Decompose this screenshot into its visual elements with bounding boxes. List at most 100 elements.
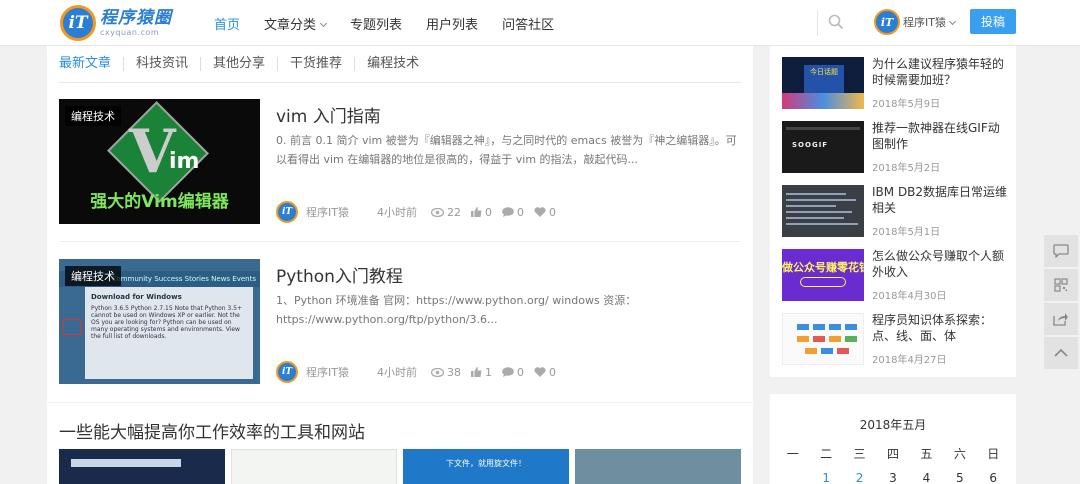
article-list-panel: 最新文章 科技资讯 其他分享 干货推荐 编程技术 V im 强大的Vim编辑器 … [47, 46, 753, 402]
article-title[interactable]: Python入门教程 [276, 262, 403, 287]
category-badge[interactable]: 编程技术 [65, 106, 121, 126]
nav-categories[interactable]: 文章分类 [264, 14, 326, 33]
thumbs-up-icon [470, 367, 482, 377]
article-title[interactable]: vim 入门指南 [276, 102, 381, 127]
sidebar-item-title[interactable]: 推荐一款神器在线GIF动图制作 [872, 120, 1008, 152]
comment-icon [502, 367, 514, 377]
calendar-day: 3 [889, 471, 897, 484]
sidebar-item[interactable]: 做公众号赚零花钱 怎么做公众号赚取个人额外收入 2018年4月30日 [782, 249, 1010, 305]
calendar-day [776, 471, 809, 484]
sidebar-item-title[interactable]: 怎么做公众号赚取个人额外收入 [872, 248, 1008, 280]
calendar-day: 4 [922, 471, 931, 484]
nav-topics[interactable]: 专题列表 [350, 14, 402, 33]
weekday-label: 一 [786, 447, 799, 461]
sidebar-item[interactable]: IBM DB2数据库日常运维相关 2018年5月1日 [782, 185, 1010, 241]
logo-domain: cxyquan.com [100, 27, 160, 37]
topic-tile[interactable] [59, 449, 225, 484]
list-item: V im 强大的Vim编辑器 编程技术 vim 入门指南 0. 前言 0.1 简… [59, 99, 741, 242]
back-to-top-button[interactable] [1044, 337, 1078, 369]
post-time: 4小时前 [376, 366, 417, 379]
chevron-up-icon [1054, 348, 1068, 357]
nav-users[interactable]: 用户列表 [426, 14, 478, 33]
tab-other[interactable]: 其他分享 [213, 57, 279, 71]
comment-icon [1053, 244, 1069, 258]
sidebar-item-date: 2018年4月30日 [872, 291, 947, 302]
share-icon [1053, 313, 1068, 326]
sidebar-thumbnail[interactable] [782, 313, 864, 365]
sidebar-item-date: 2018年4月27日 [872, 355, 947, 366]
thumbnail-body: Python 3.6.5 Python 2.7.15 Note that Pyt… [91, 305, 243, 340]
favorite-count: 0 [548, 365, 556, 379]
float-comment-button[interactable] [1044, 235, 1078, 267]
article-thumbnail[interactable]: Community Success Stories News Events Do… [59, 259, 260, 384]
vim-logo-suffix: im [169, 149, 200, 174]
category-tabs: 最新文章 科技资讯 其他分享 干货推荐 编程技术 [59, 46, 741, 83]
calendar-day-link[interactable]: 1 [809, 471, 842, 484]
like-count: 1 [484, 365, 492, 379]
heart-icon [534, 367, 546, 377]
author-avatar[interactable]: iT [276, 361, 298, 383]
article-meta: iT 程序IT猿 4小时前 38 1 0 0 [276, 361, 566, 383]
topic-tile[interactable] [231, 449, 397, 484]
post-time: 4小时前 [376, 206, 417, 219]
article-excerpt: 1、Python 环境准备 官网：https://www.python.org/… [276, 294, 637, 326]
tab-tech-news[interactable]: 科技资讯 [136, 57, 202, 71]
tile-caption: 下文件，就用旋文件！ [446, 459, 526, 468]
eye-icon [430, 367, 444, 377]
sidebar-item-title[interactable]: 为什么建议程序猿年轻的时候需要加班？ [872, 56, 1008, 88]
sidebar-item[interactable]: SOOGIF 推荐一款神器在线GIF动图制作 2018年5月2日 [782, 121, 1010, 177]
sidebar-item-date: 2018年5月1日 [872, 227, 941, 238]
nav-home[interactable]: 首页 [214, 14, 240, 33]
weekday-label: 六 [953, 447, 966, 461]
calendar-week-row: 1 2 3 4 5 6 [776, 471, 1010, 484]
author-avatar[interactable]: iT [276, 201, 298, 223]
article-thumbnail[interactable]: V im 强大的Vim编辑器 编程技术 [59, 99, 260, 224]
heart-icon [534, 207, 546, 217]
sidebar-item[interactable]: 今日话题 为什么建议程序猿年轻的时候需要加班？ 2018年5月9日 [782, 57, 1010, 113]
topic-tile[interactable]: 下文件，就用旋文件！ [403, 449, 569, 484]
float-share-button[interactable] [1044, 303, 1078, 335]
sidebar-item-title[interactable]: IBM DB2数据库日常运维相关 [872, 184, 1008, 216]
weekday-label: 二 [820, 447, 833, 461]
topic-tile[interactable] [575, 449, 741, 484]
calendar-day-link[interactable]: 2 [843, 471, 876, 484]
sidebar-thumbnail[interactable] [782, 185, 864, 237]
sidebar-thumbnail[interactable]: 今日话题 [782, 57, 864, 109]
sidebar-item-title[interactable]: 程序员知识体系探索：点、线、面、体 [872, 312, 1008, 344]
thumbs-up-icon [470, 207, 482, 217]
comment-count: 0 [516, 365, 524, 379]
tab-latest[interactable]: 最新文章 [59, 57, 125, 71]
calendar-widget: 2018年五月 一 二 三 四 五 六 日 1 2 3 4 5 6 [770, 394, 1016, 484]
logo-name: 程序猿圈 [100, 7, 172, 28]
eye-icon [430, 207, 444, 217]
search-icon[interactable] [828, 14, 844, 30]
article-excerpt: 0. 前言 0.1 简介 vim 被誉为『编辑器之神』，与之同时代的 emacs… [276, 134, 737, 166]
highlight-box [63, 319, 81, 335]
sidebar-thumbnail[interactable]: 做公众号赚零花钱 [782, 249, 864, 301]
section-title[interactable]: 一些能大幅提高你工作效率的工具和网站 [59, 418, 365, 443]
sidebar-item[interactable]: 程序员知识体系探索：点、线、面、体 2018年4月27日 [782, 313, 1010, 369]
article-meta: iT 程序IT猿 4小时前 22 0 0 0 [276, 201, 566, 223]
view-count: 22 [446, 205, 461, 219]
qrcode-icon [1054, 278, 1068, 292]
tab-programming[interactable]: 编程技术 [367, 57, 431, 71]
sidebar-recent-posts: 今日话题 为什么建议程序猿年轻的时候需要加班？ 2018年5月9日 SOOGIF… [770, 46, 1016, 377]
sidebar-thumbnail[interactable]: SOOGIF [782, 121, 864, 173]
author-name[interactable]: 程序IT猿 [306, 364, 349, 380]
calendar-weekdays: 一 二 三 四 五 六 日 [776, 445, 1010, 462]
user-menu[interactable]: iT 程序IT猿 [874, 9, 955, 35]
sidebar-item-date: 2018年5月9日 [872, 99, 941, 110]
author-name[interactable]: 程序IT猿 [306, 204, 349, 220]
thumbnail-text: SOOGIF [792, 141, 829, 149]
category-badge[interactable]: 编程技术 [65, 266, 121, 286]
nav-qa[interactable]: 问答社区 [502, 14, 554, 33]
float-qrcode-button[interactable] [1044, 269, 1078, 301]
logo-mark: iT [60, 5, 96, 41]
post-button[interactable]: 投稿 [970, 9, 1016, 34]
site-logo[interactable]: iT 程序猿圈 cxyquan.com [60, 4, 172, 42]
calendar-day: 6 [989, 471, 998, 484]
tab-recommend[interactable]: 干货推荐 [290, 57, 356, 71]
calendar-caption: 2018年五月 [859, 418, 927, 432]
list-item: Community Success Stories News Events Do… [59, 259, 741, 389]
like-count: 0 [484, 205, 492, 219]
